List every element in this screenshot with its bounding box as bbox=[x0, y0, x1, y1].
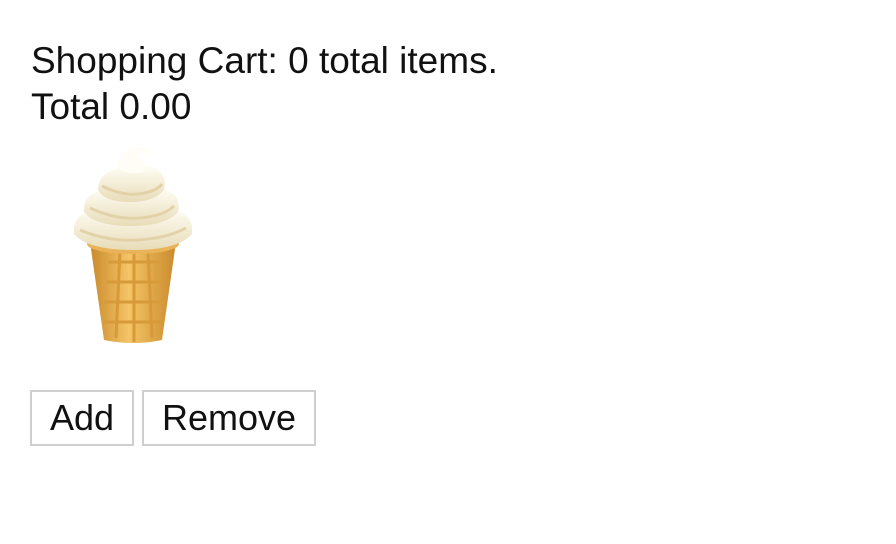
add-button[interactable]: Add bbox=[30, 390, 134, 446]
remove-button[interactable]: Remove bbox=[142, 390, 316, 446]
cart-summary: Shopping Cart: 0 total items. Total 0.00 bbox=[31, 38, 498, 130]
cart-actions: Add Remove bbox=[30, 390, 316, 446]
cart-item-count: Shopping Cart: 0 total items. bbox=[31, 40, 498, 81]
cart-total: Total 0.00 bbox=[31, 86, 192, 127]
soft-ice-cream-icon bbox=[68, 142, 198, 347]
shopping-cart-page: Shopping Cart: 0 total items. Total 0.00 bbox=[0, 0, 896, 544]
